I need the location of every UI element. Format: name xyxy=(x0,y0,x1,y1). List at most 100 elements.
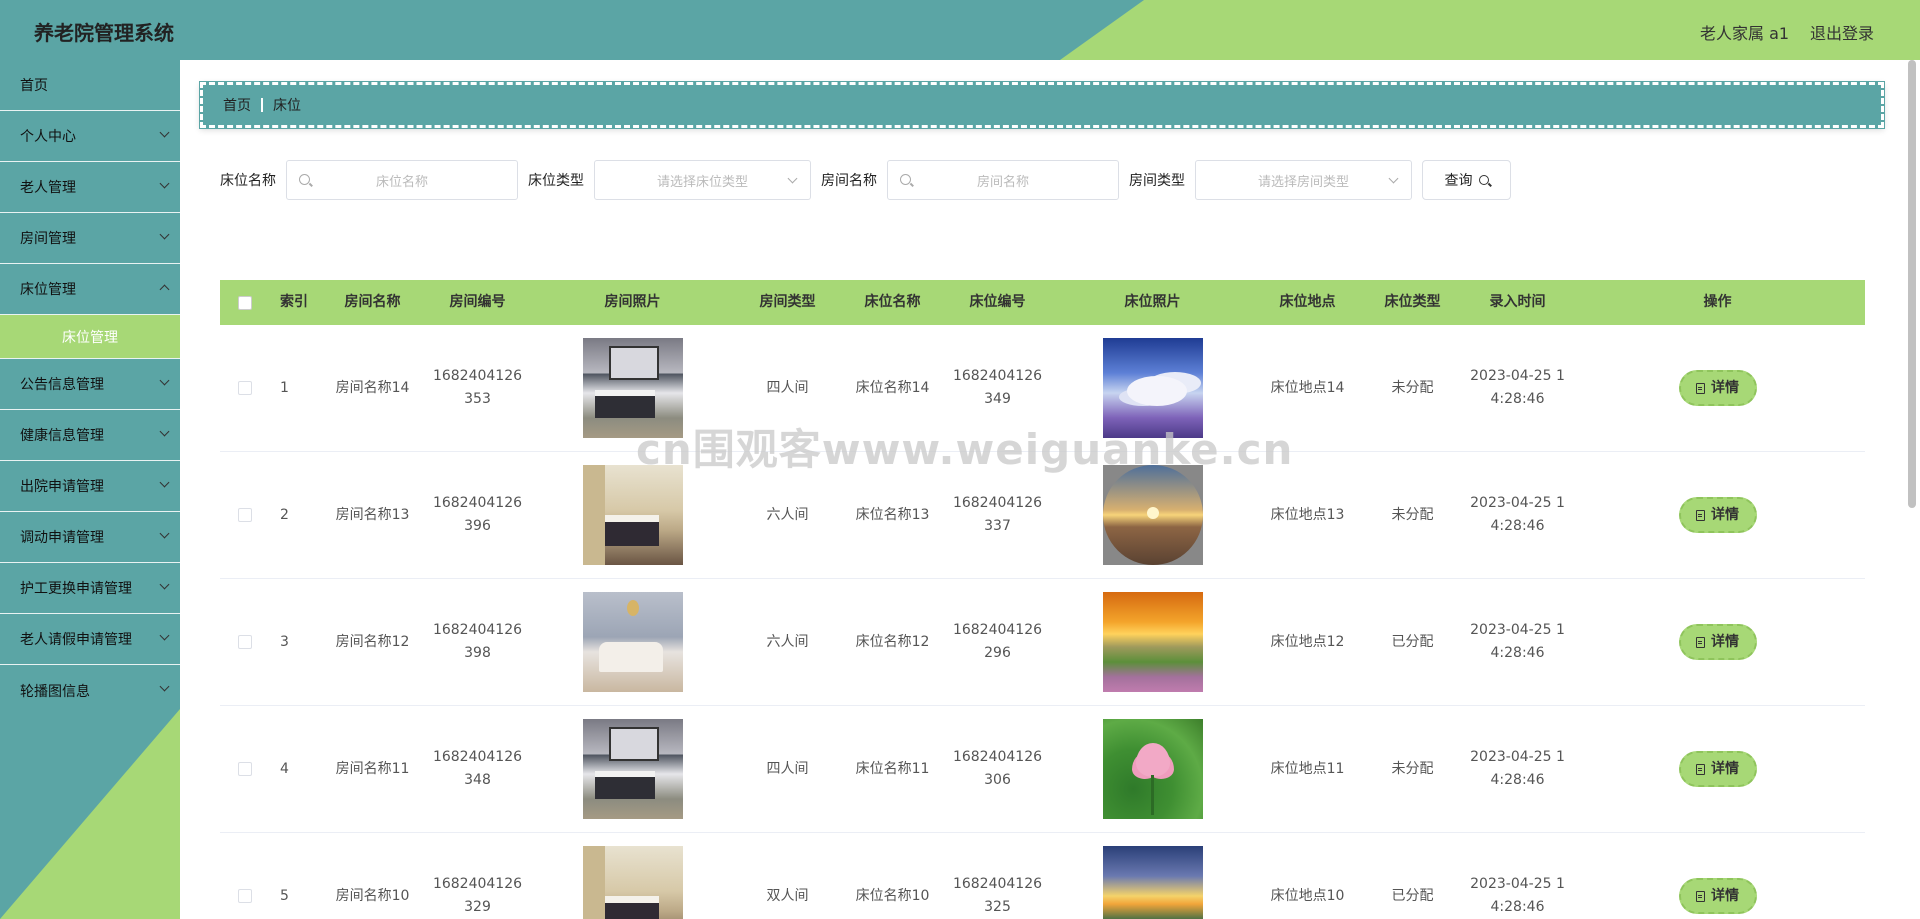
header-bed-type: 床位类型 xyxy=(1384,294,1441,310)
row-checkbox[interactable] xyxy=(238,889,252,903)
room-photo[interactable] xyxy=(582,719,683,819)
cell-bed-name: 床位名称12 xyxy=(855,633,930,650)
cell-bed-photo xyxy=(1050,719,1255,819)
detail-button[interactable]: 详情 xyxy=(1678,751,1757,787)
row-checkbox[interactable] xyxy=(238,762,252,776)
breadcrumb-home[interactable]: 首页 xyxy=(223,95,251,115)
cell-index: 3 xyxy=(280,633,289,650)
document-icon xyxy=(1696,890,1705,902)
detail-label: 详情 xyxy=(1711,760,1739,777)
cell-room-no: 1682404126396 xyxy=(432,495,523,534)
row-select-cell xyxy=(220,889,270,903)
table-header: 索引 房间名称 房间编号 房间照片 房间类型 床位名称 床位编号 床位照片 床位… xyxy=(220,280,1865,325)
logout-link[interactable]: 退出登录 xyxy=(1810,20,1874,44)
bed-photo[interactable] xyxy=(1102,338,1203,438)
room-name-placeholder: 房间名称 xyxy=(976,174,1029,190)
room-photo[interactable] xyxy=(582,592,683,692)
cell-room-no: 1682404126353 xyxy=(432,368,523,407)
room-photo[interactable] xyxy=(582,465,683,565)
bed-type-select[interactable]: 请选择床位类型 xyxy=(594,160,811,200)
search-icon xyxy=(900,174,911,185)
query-label: 查询 xyxy=(1444,173,1473,189)
cell-room-name: 房间名称11 xyxy=(335,760,410,777)
cell-bed-photo xyxy=(1050,338,1255,438)
detail-label: 详情 xyxy=(1711,506,1739,523)
sidebar-item-label: 首页 xyxy=(20,78,48,94)
sidebar-item-notices[interactable]: 公告信息管理 xyxy=(0,359,180,410)
bed-photo[interactable] xyxy=(1102,846,1203,919)
cell-room-photo xyxy=(530,592,735,692)
room-photo[interactable] xyxy=(582,846,683,919)
sidebar-item-label: 轮播图信息 xyxy=(20,683,90,700)
page-scrollbar[interactable] xyxy=(1908,60,1916,508)
chevron-down-icon xyxy=(159,579,170,590)
room-photo[interactable] xyxy=(582,338,683,438)
sidebar-item-caregiver-change[interactable]: 护工更换申请管理 xyxy=(0,563,180,614)
bed-name-input[interactable]: 床位名称 xyxy=(286,160,518,200)
bed-photo[interactable] xyxy=(1102,592,1203,692)
header-accent xyxy=(1060,0,1920,60)
table-row: 4 房间名称11 1682404126348 四人间 床位名称11 168240… xyxy=(220,706,1865,833)
cell-bed-name: 床位名称10 xyxy=(855,887,930,904)
room-name-input[interactable]: 房间名称 xyxy=(887,160,1119,200)
cell-bed-type: 已分配 xyxy=(1391,887,1434,904)
cell-bed-photo xyxy=(1050,592,1255,692)
sidebar-item-carousel[interactable]: 轮播图信息 xyxy=(0,665,180,716)
chevron-down-icon xyxy=(787,173,798,184)
search-icon xyxy=(1478,175,1489,185)
cell-bed-no: 1682404126296 xyxy=(952,622,1043,661)
bed-photo[interactable] xyxy=(1102,465,1203,565)
cell-entry-time: 2023-04-25 14:28:46 xyxy=(1470,495,1565,534)
cell-actions: 详情 xyxy=(1570,370,1865,406)
cell-room-photo xyxy=(530,465,735,565)
sidebar-item-personal-center[interactable]: 个人中心 xyxy=(0,111,180,162)
detail-button[interactable]: 详情 xyxy=(1678,624,1757,660)
cell-bed-name: 床位名称13 xyxy=(855,506,930,523)
cell-room-type: 双人间 xyxy=(766,887,809,904)
header-index: 索引 xyxy=(280,294,308,310)
cell-bed-type: 未分配 xyxy=(1391,379,1434,396)
room-type-select[interactable]: 请选择房间类型 xyxy=(1195,160,1412,200)
detail-button[interactable]: 详情 xyxy=(1678,370,1757,406)
cell-bed-no-cell: 1682404126349 xyxy=(945,365,1050,411)
cell-room-type: 四人间 xyxy=(766,760,809,777)
bed-photo[interactable] xyxy=(1102,719,1203,819)
sidebar-item-discharge[interactable]: 出院申请管理 xyxy=(0,461,180,512)
chevron-down-icon xyxy=(159,229,170,240)
sidebar-item-leave[interactable]: 老人请假申请管理 xyxy=(0,614,180,665)
detail-button[interactable]: 详情 xyxy=(1678,497,1757,533)
sidebar-subitem-bed-management[interactable]: 床位管理 xyxy=(0,315,180,359)
cell-room-type: 六人间 xyxy=(766,633,809,650)
sidebar-item-label: 老人管理 xyxy=(20,180,76,196)
table-row: 3 房间名称12 1682404126398 六人间 床位名称12 168240… xyxy=(220,579,1865,706)
document-icon xyxy=(1696,636,1705,648)
query-button[interactable]: 查询 xyxy=(1422,160,1511,200)
table-row: 1 房间名称14 1682404126353 四人间 床位名称14 168240… xyxy=(220,325,1865,452)
chevron-down-icon xyxy=(1388,173,1399,184)
detail-button[interactable]: 详情 xyxy=(1678,878,1757,914)
row-select-cell xyxy=(220,635,270,649)
sidebar-item-health[interactable]: 健康信息管理 xyxy=(0,410,180,461)
sidebar-item-label: 房间管理 xyxy=(20,231,76,247)
sidebar-item-home[interactable]: 首页 xyxy=(0,60,180,111)
sidebar-item-rooms[interactable]: 房间管理 xyxy=(0,213,180,264)
row-checkbox[interactable] xyxy=(238,381,252,395)
row-checkbox[interactable] xyxy=(238,508,252,522)
current-user: 老人家属 a1 xyxy=(1700,24,1790,43)
sidebar-item-transfer[interactable]: 调动申请管理 xyxy=(0,512,180,563)
cell-bed-type: 已分配 xyxy=(1391,633,1434,650)
sidebar-item-label: 出院申请管理 xyxy=(20,479,104,495)
header-bed-name: 床位名称 xyxy=(864,294,921,310)
cell-index: 2 xyxy=(280,506,289,523)
document-icon xyxy=(1696,763,1705,775)
select-all-checkbox[interactable] xyxy=(238,295,252,310)
cell-room-no: 1682404126348 xyxy=(432,749,523,788)
breadcrumb-current: 床位 xyxy=(273,98,301,114)
sidebar-item-beds[interactable]: 床位管理 xyxy=(0,264,180,315)
cell-room-name: 房间名称10 xyxy=(335,887,410,904)
cell-bed-type: 未分配 xyxy=(1391,760,1434,777)
sidebar-item-elderly[interactable]: 老人管理 xyxy=(0,162,180,213)
row-checkbox[interactable] xyxy=(238,635,252,649)
cell-bed-no: 1682404126349 xyxy=(952,368,1043,407)
app-title: 养老院管理系统 xyxy=(34,21,174,45)
